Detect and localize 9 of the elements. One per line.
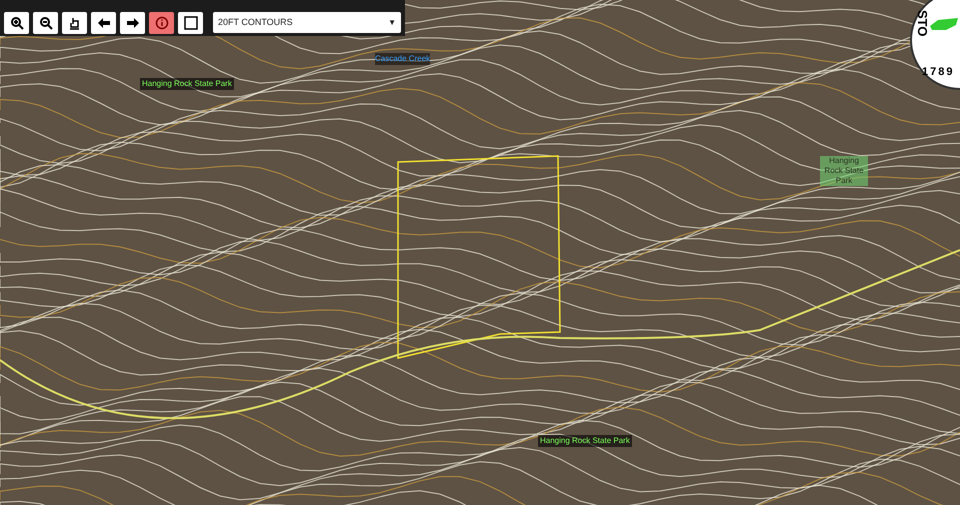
logo-year: 1789 — [922, 65, 954, 80]
park-label: Hanging Rock State Park — [538, 435, 632, 447]
creek-label: Cascade Creek — [375, 53, 430, 65]
layer-select[interactable]: 20FT CONTOURS ▼ — [213, 12, 401, 33]
logo-text: STO — [916, 10, 929, 36]
layer-select-value: 20FT CONTOURS — [218, 16, 293, 29]
park-label: Hanging Rock State Park — [820, 156, 868, 186]
caret-icon: ▼ — [388, 16, 396, 28]
park-label: Hanging Rock State Park — [140, 78, 234, 90]
